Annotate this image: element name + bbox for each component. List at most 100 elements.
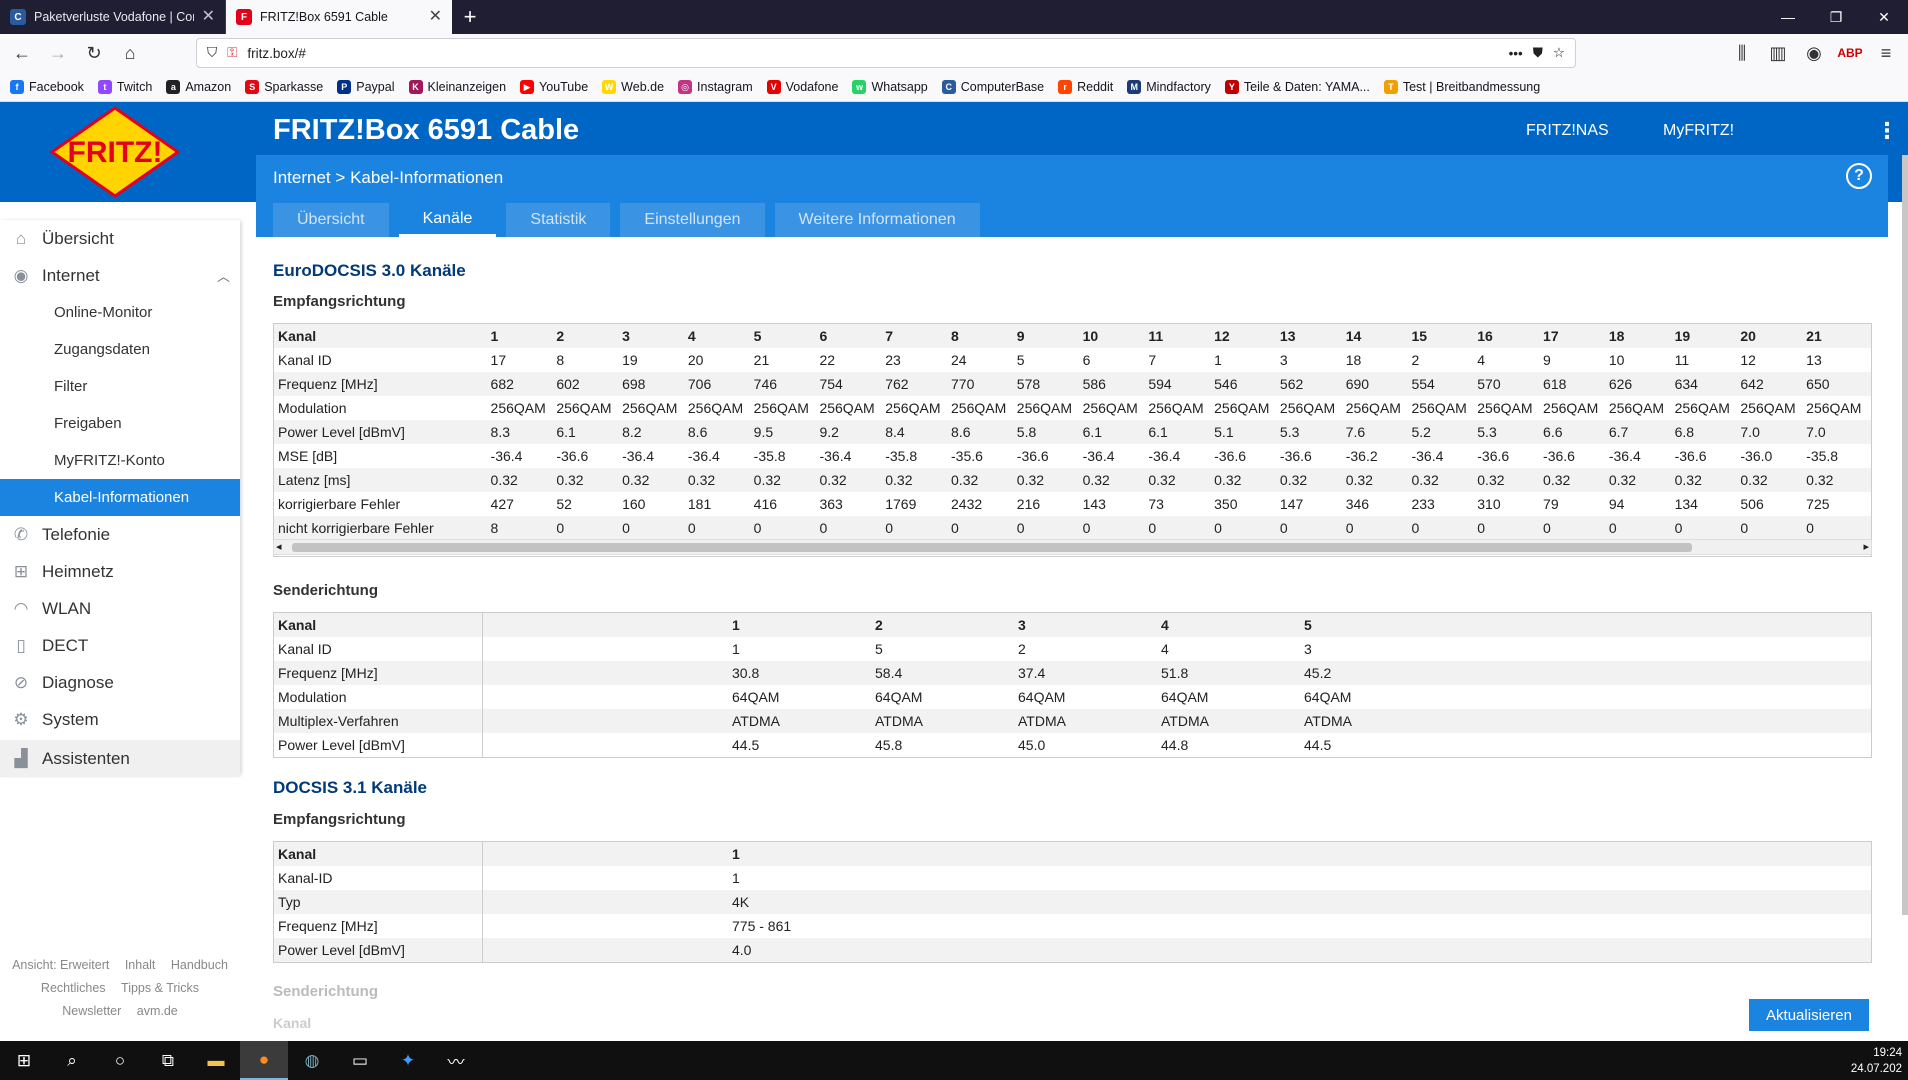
- bookmark-item[interactable]: C ComputerBase: [941, 79, 1044, 94]
- sidebar-item[interactable]: ⚙ System: [0, 701, 240, 738]
- bookmark-item[interactable]: T Test | Breitbandmessung: [1383, 79, 1540, 94]
- breadcrumb-section[interactable]: Internet: [273, 168, 331, 187]
- search-icon[interactable]: ⌕: [48, 1041, 96, 1080]
- table-cell: 2: [1411, 352, 1420, 368]
- browser-tab-fritzbox[interactable]: F FRITZ!Box 6591 Cable ✕: [226, 0, 452, 34]
- sidebar-subitem[interactable]: Filter: [0, 368, 240, 405]
- sidebar-subitem[interactable]: Kabel-Informationen: [0, 479, 240, 516]
- restore-icon[interactable]: ❐: [1812, 0, 1860, 34]
- myfritz-link[interactable]: MyFRITZ!: [1663, 122, 1734, 140]
- more-menu-icon[interactable]: ⋮: [1876, 118, 1898, 144]
- cortana-icon[interactable]: ○: [96, 1041, 144, 1080]
- sidebar-item[interactable]: ⊘ Diagnose: [0, 664, 240, 701]
- table-cell: 12: [1210, 324, 1276, 348]
- close-tab-icon[interactable]: ✕: [429, 9, 442, 25]
- tab-3[interactable]: Einstellungen: [620, 203, 765, 237]
- app-icon-2[interactable]: ✦: [384, 1041, 432, 1080]
- app-icon-3[interactable]: 〰: [432, 1041, 480, 1080]
- bookmark-item[interactable]: ◎ Instagram: [678, 79, 753, 94]
- downstream-table: Kanal12345678910111213141516171819202122…: [274, 324, 1871, 540]
- back-icon[interactable]: ←: [6, 38, 38, 68]
- sidebar-item[interactable]: ▯ DECT: [0, 627, 240, 664]
- minimize-icon[interactable]: —: [1764, 0, 1812, 34]
- url-text[interactable]: fritz.box/#: [247, 46, 1498, 61]
- tab-2[interactable]: Statistik: [506, 203, 611, 237]
- tab-1[interactable]: Kanäle: [398, 203, 497, 237]
- footer-link[interactable]: Tipps & Tricks: [121, 981, 199, 995]
- fritz-logo[interactable]: FRITZ!: [50, 106, 180, 198]
- reload-icon[interactable]: ↻: [78, 38, 110, 68]
- sidebar-subitem[interactable]: MyFRITZ!-Konto: [0, 442, 240, 479]
- table-cell: 17: [1539, 324, 1605, 348]
- table-cell: 94: [1608, 496, 1625, 512]
- browser-tab-computerbase[interactable]: C Paketverluste Vodafone | ComputerBase …: [0, 0, 226, 34]
- sidebar-subitem[interactable]: Freigaben: [0, 405, 240, 442]
- pocket-icon[interactable]: ⛊: [1533, 45, 1543, 61]
- windows-start-icon[interactable]: ⊞: [0, 1041, 48, 1080]
- sidebar-item[interactable]: ✆ Telefonie: [0, 516, 240, 553]
- bookmark-star-icon[interactable]: ☆: [1553, 45, 1565, 61]
- tab-4[interactable]: Weitere Informationen: [774, 203, 980, 237]
- fritznas-link[interactable]: FRITZ!NAS: [1526, 122, 1609, 140]
- sidebar-subitem[interactable]: Zugangsdaten: [0, 331, 240, 368]
- menu-icon[interactable]: ≡: [1870, 38, 1902, 68]
- sidebar-toggle-icon[interactable]: ▥: [1762, 38, 1794, 68]
- url-bar[interactable]: ⛉ ⚿ fritz.box/# ••• ⛊ ☆: [196, 38, 1576, 68]
- footer-link[interactable]: Handbuch: [171, 958, 228, 972]
- footer-link[interactable]: avm.de: [137, 1004, 178, 1018]
- table-cell: 634: [1670, 372, 1737, 396]
- footer-link[interactable]: Rechtliches: [41, 981, 106, 995]
- adblock-icon[interactable]: ABP: [1834, 38, 1866, 68]
- footer-link[interactable]: Inhalt: [125, 958, 156, 972]
- library-icon[interactable]: ⫼: [1726, 38, 1758, 68]
- task-view-icon[interactable]: ⧉: [144, 1041, 192, 1080]
- scrollbar-thumb[interactable]: [292, 543, 1692, 552]
- sidebar-item[interactable]: ⌂ Übersicht: [0, 220, 240, 257]
- bookmark-item[interactable]: r Reddit: [1058, 79, 1113, 94]
- bookmark-item[interactable]: V Vodafone: [766, 79, 838, 94]
- bookmark-item[interactable]: S Sparkasse: [245, 79, 323, 94]
- horizontal-scrollbar[interactable]: ◂ ▸: [273, 539, 1872, 555]
- insecure-lock-icon[interactable]: ⚿: [227, 45, 237, 61]
- forward-icon[interactable]: →: [42, 38, 74, 68]
- sidebar-subitem[interactable]: Online-Monitor: [0, 294, 240, 331]
- bookmark-item[interactable]: t Twitch: [97, 79, 152, 94]
- firefox-icon[interactable]: ●: [240, 1041, 288, 1080]
- spacer-cell: [482, 890, 728, 914]
- clock[interactable]: 19:24 24.07.202: [1851, 1045, 1908, 1077]
- sidebar-item[interactable]: ◠ WLAN: [0, 590, 240, 627]
- bookmark-item[interactable]: w Whatsapp: [852, 79, 928, 94]
- close-window-icon[interactable]: ✕: [1860, 0, 1908, 34]
- account-icon[interactable]: ◉: [1798, 38, 1830, 68]
- terminal-icon[interactable]: ▭: [336, 1041, 384, 1080]
- page-actions-icon[interactable]: •••: [1509, 46, 1523, 61]
- app-icon-1[interactable]: ◍: [288, 1041, 336, 1080]
- shield-icon[interactable]: ⛉: [207, 45, 217, 61]
- bookmark-item[interactable]: P Paypal: [337, 79, 395, 94]
- bookmark-item[interactable]: a Amazon: [166, 79, 231, 94]
- footer-link[interactable]: Newsletter: [62, 1004, 121, 1018]
- file-explorer-icon[interactable]: ▬: [192, 1041, 240, 1080]
- scroll-right-icon[interactable]: ▸: [1863, 540, 1869, 553]
- sidebar-item[interactable]: ⊞ Heimnetz: [0, 553, 240, 590]
- chevron-up-icon[interactable]: ︿: [217, 266, 230, 285]
- bookmark-item[interactable]: ▶ YouTube: [520, 79, 588, 94]
- bookmark-item[interactable]: M Mindfactory: [1127, 79, 1211, 94]
- bookmark-item[interactable]: Y Teile & Daten: YAMA...: [1224, 79, 1370, 94]
- refresh-button[interactable]: Aktualisieren: [1749, 999, 1869, 1031]
- home-button-icon[interactable]: ⌂: [114, 38, 146, 68]
- table-cell: 4: [683, 324, 750, 348]
- footer-link[interactable]: Ansicht: Erweitert: [12, 958, 109, 972]
- sidebar-item[interactable]: ▟ Assistenten: [0, 740, 240, 777]
- new-tab-icon[interactable]: +: [452, 0, 488, 34]
- bookmark-item[interactable]: f Facebook: [10, 79, 84, 94]
- close-tab-icon[interactable]: ✕: [202, 9, 215, 25]
- sidebar-item[interactable]: ◉ Internet ︿: [0, 257, 240, 294]
- filler-cell: [1443, 685, 1871, 709]
- page-scrollbar[interactable]: [1902, 155, 1908, 915]
- scroll-left-icon[interactable]: ◂: [276, 540, 282, 553]
- tab-0[interactable]: Übersicht: [273, 203, 389, 237]
- bookmark-item[interactable]: K Kleinanzeigen: [408, 79, 506, 94]
- help-icon[interactable]: ?: [1846, 163, 1872, 189]
- bookmark-item[interactable]: W Web.de: [602, 79, 664, 94]
